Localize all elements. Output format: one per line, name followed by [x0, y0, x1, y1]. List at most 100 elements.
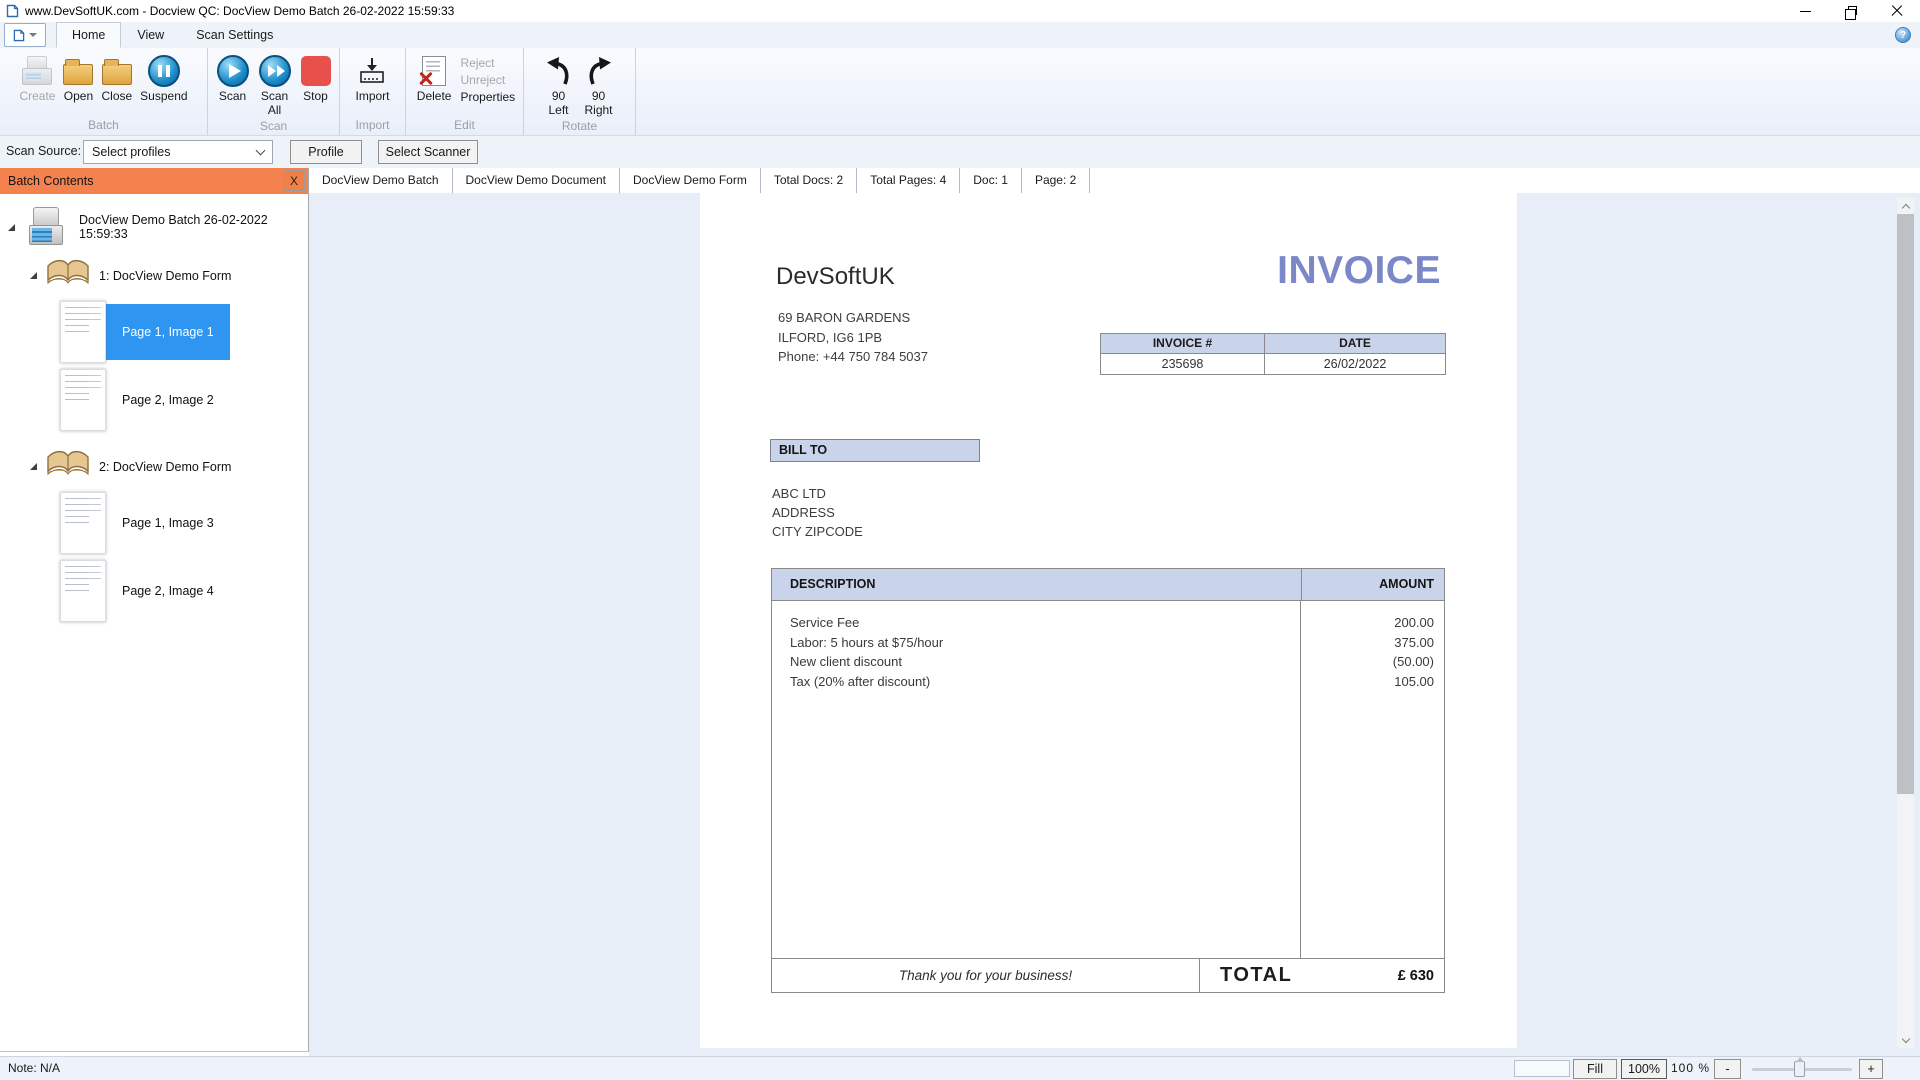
note-text: Note: N/A [8, 1057, 60, 1080]
group-label-batch: Batch [0, 118, 207, 135]
import-icon [357, 56, 387, 86]
invoice-heading: INVOICE [1277, 249, 1441, 293]
profiles-dropdown[interactable]: Select profiles [83, 140, 273, 164]
create-icon [21, 55, 53, 87]
profile-button[interactable]: Profile [290, 140, 362, 164]
app-menu-button[interactable] [4, 23, 46, 47]
bill-to-line: CITY ZIPCODE [772, 522, 863, 541]
tree-node-page-1-image-1[interactable]: Page 1, Image 1 [60, 301, 308, 363]
chevron-down-icon [1901, 1034, 1909, 1042]
page-thumbnail[interactable] [60, 492, 106, 554]
items-table-footer: Thank you for your business! TOTAL £ 630 [772, 958, 1444, 992]
segment-batch-name[interactable]: DocView Demo Batch [309, 168, 453, 193]
invoice-address-line: Phone: +44 750 784 5037 [778, 347, 928, 367]
select-scanner-button[interactable]: Select Scanner [378, 140, 478, 164]
rotate-right-button[interactable]: 90 Right [579, 51, 619, 119]
properties-button[interactable]: Properties [460, 90, 515, 104]
invoice-meta-table: INVOICE # DATE 235698 26/02/2022 [1100, 333, 1446, 375]
scroll-up-button[interactable] [1897, 198, 1914, 214]
restore-button[interactable] [1828, 0, 1874, 22]
close-batch-button[interactable]: Close [98, 51, 135, 105]
window-controls [1782, 0, 1920, 22]
zoom-100-button[interactable]: 100% [1621, 1059, 1667, 1079]
close-folder-icon [102, 64, 132, 85]
page-thumbnail[interactable] [60, 560, 106, 622]
window-title: www.DevSoftUK.com - Docview QC: DocView … [25, 4, 454, 18]
tree-node-label[interactable]: Page 1, Image 3 [106, 495, 230, 551]
page-thumbnail[interactable] [60, 369, 106, 431]
total-value: £ 630 [1398, 968, 1444, 984]
tab-view[interactable]: View [121, 22, 180, 48]
vertical-scrollbar[interactable] [1897, 198, 1914, 1048]
ribbon-group-batch: Create Open Close Suspend Batch [0, 48, 208, 135]
invoice-address: 69 BARON GARDENS ILFORD, IG6 1PB Phone: … [778, 308, 928, 367]
panel-close-button[interactable]: X [283, 170, 305, 191]
book-icon [45, 449, 91, 484]
scroll-down-button[interactable] [1897, 1032, 1914, 1048]
import-button[interactable]: Import [352, 51, 392, 105]
invoice-company: DevSoftUK [776, 263, 895, 291]
suspend-button[interactable]: Suspend [137, 51, 190, 105]
segment-document-name[interactable]: DocView Demo Document [453, 168, 621, 193]
tree-node-form-2[interactable]: 2: DocView Demo Form [30, 449, 308, 484]
tree-node-page-2-image-4[interactable]: Page 2, Image 4 [60, 560, 308, 622]
app-menu-caret-icon [29, 33, 37, 37]
zoom-slider[interactable] [1752, 1057, 1852, 1080]
ribbon-tabs: Home View Scan Settings [56, 22, 289, 48]
suspend-icon [148, 55, 180, 87]
expand-arrow-icon[interactable] [8, 224, 15, 231]
title-bar: www.DevSoftUK.com - Docview QC: DocView … [0, 0, 1920, 22]
tab-scan-settings[interactable]: Scan Settings [180, 22, 289, 48]
tree-node-page-1-image-3[interactable]: Page 1, Image 3 [60, 492, 308, 554]
chevron-up-icon [1901, 203, 1909, 211]
rotate-left-button[interactable]: 90 Left [541, 51, 577, 119]
page-thumbnail[interactable] [60, 301, 106, 363]
bill-to-header: BILL TO [770, 439, 980, 462]
open-folder-icon [63, 64, 93, 85]
tree-node-batch[interactable]: DocView Demo Batch 26-02-2022 15:59:33 [8, 206, 308, 248]
item-description: Labor: 5 hours at $75/hour [772, 633, 1301, 653]
document-viewer: DocView Demo Batch DocView Demo Document… [309, 168, 1920, 1056]
scan-all-button[interactable]: Scan All [254, 51, 296, 119]
zoom-out-button[interactable]: - [1714, 1059, 1741, 1079]
ribbon-group-edit: Delete Reject Unreject Properties Edit [406, 48, 524, 135]
scan-source-bar: Scan Source: Select profiles Profile Sel… [0, 136, 1920, 168]
tree-node-label-selected[interactable]: Page 1, Image 1 [106, 304, 230, 360]
group-label-edit: Edit [406, 118, 523, 135]
invoice-number-header: INVOICE # [1101, 334, 1264, 353]
invoice-address-line: 69 BARON GARDENS [778, 308, 928, 328]
slider-thumb[interactable] [1794, 1061, 1805, 1077]
zoom-level-text: 100 % [1671, 1057, 1710, 1080]
scrollbar-thumb[interactable] [1897, 214, 1914, 794]
group-label-scan: Scan [208, 119, 339, 135]
close-button[interactable] [1874, 0, 1920, 22]
items-table-header: DESCRIPTION AMOUNT [772, 569, 1444, 601]
tree-node-form-1[interactable]: 1: DocView Demo Form [30, 258, 308, 293]
zoom-in-button[interactable]: + [1859, 1059, 1883, 1079]
minimize-button[interactable] [1782, 0, 1828, 22]
batch-contents-title: Batch Contents [8, 174, 93, 188]
scan-icon [217, 55, 249, 87]
ribbon: Create Open Close Suspend Batch [0, 48, 1920, 136]
help-button[interactable]: ? [1895, 27, 1911, 43]
tab-home[interactable]: Home [56, 22, 121, 48]
group-label-import: Import [340, 118, 405, 135]
open-button[interactable]: Open [60, 51, 96, 105]
items-table-body: Service Fee 200.00 Labor: 5 hours at $75… [772, 601, 1444, 958]
segment-page-number: Page: 2 [1022, 168, 1090, 193]
tree-node-page-2-image-2[interactable]: Page 2, Image 2 [60, 369, 308, 431]
tree-node-label[interactable]: Page 2, Image 2 [106, 372, 230, 428]
batch-contents-header: Batch Contents X [0, 168, 308, 194]
invoice-date-value: 26/02/2022 [1264, 353, 1445, 374]
fit-fill-button[interactable]: Fill [1573, 1059, 1617, 1079]
expand-arrow-icon[interactable] [30, 272, 37, 279]
delete-button[interactable]: Delete [414, 51, 455, 105]
zoom-value: 100 [1671, 1061, 1694, 1075]
segment-form-name[interactable]: DocView Demo Form [620, 168, 761, 193]
reject-button: Reject [460, 56, 494, 70]
tree-node-label[interactable]: Page 2, Image 4 [106, 563, 230, 619]
scan-button[interactable]: Scan [214, 51, 252, 105]
expand-arrow-icon[interactable] [30, 463, 37, 470]
stop-button[interactable]: Stop [298, 51, 334, 105]
segment-total-pages: Total Pages: 4 [857, 168, 960, 193]
